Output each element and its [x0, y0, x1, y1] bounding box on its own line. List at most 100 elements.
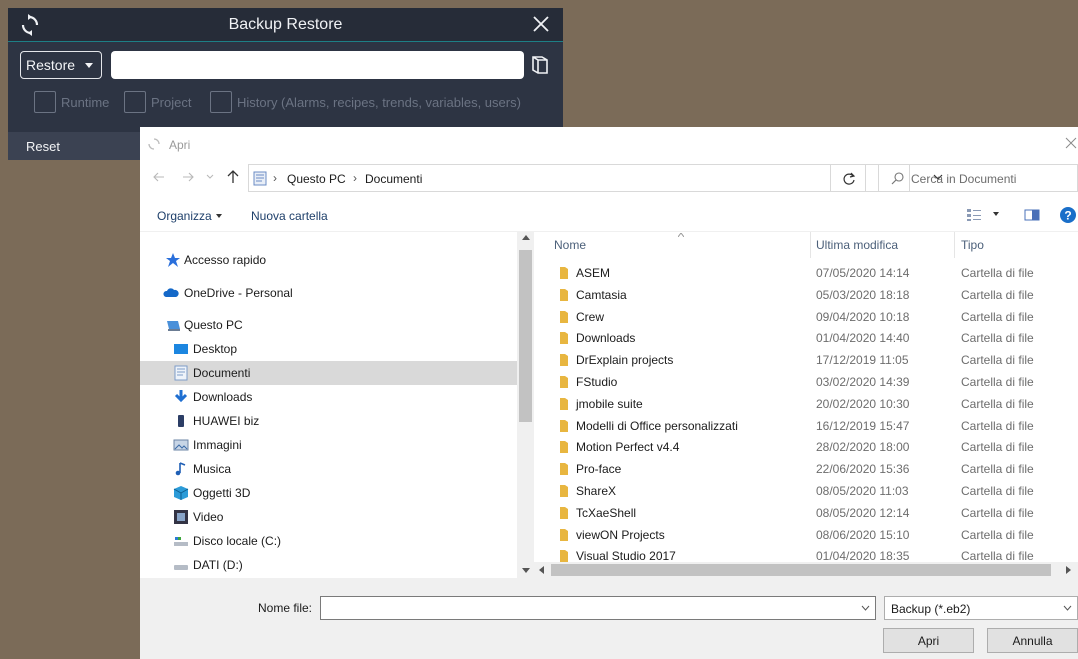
close-icon[interactable] — [1065, 137, 1077, 149]
tree-item-music[interactable]: Musica — [140, 457, 517, 481]
tree-item-video[interactable]: Video — [140, 505, 517, 529]
chevron-down-icon — [85, 63, 93, 68]
chevron-down-icon[interactable] — [993, 212, 999, 216]
scroll-down-icon[interactable] — [522, 568, 530, 573]
column-divider[interactable] — [810, 232, 811, 258]
file-row[interactable]: viewON Projects 08/06/2020 15:10 Cartella … — [534, 524, 1078, 546]
filename-input[interactable] — [320, 596, 876, 620]
cloud-icon — [163, 288, 179, 297]
scroll-left-icon[interactable] — [539, 566, 544, 574]
filetype-select[interactable]: Backup (*.eb2) — [884, 596, 1078, 620]
view-options-icon[interactable] — [966, 208, 982, 222]
folder-icon — [560, 550, 568, 562]
backup-title-bar: Backup Restore — [8, 8, 563, 42]
file-modified: 01/04/2020 14:40 — [816, 331, 910, 346]
file-row[interactable]: ASEM 07/05/2020 14:14 Cartella di file — [534, 262, 1078, 284]
checkbox-history[interactable]: History (Alarms, recipes, trends, variab… — [210, 90, 521, 114]
file-row[interactable]: jmobile suite 20/02/2020 10:30 Cartella di… — [534, 393, 1078, 415]
tree-item-documents[interactable]: Documenti — [140, 361, 517, 385]
scrollbar-thumb[interactable] — [551, 564, 1051, 576]
backup-path-input[interactable] — [111, 51, 524, 79]
file-row[interactable]: Pro-face 22/06/2020 15:36 Cartella di file — [534, 458, 1078, 480]
file-type: Cartella di file — [961, 549, 1034, 562]
file-modified: 01/04/2020 18:35 — [816, 549, 910, 562]
file-row[interactable]: Visual Studio 2017 01/04/2020 18:35 Cartel… — [534, 545, 1078, 562]
search-box[interactable]: Cerca in Documenti — [878, 164, 1078, 192]
tree-item-label: Oggetti 3D — [193, 486, 251, 500]
tree-item-local-disk[interactable]: Disco locale (C:) — [140, 529, 517, 553]
forward-arrow-icon[interactable] — [182, 171, 194, 183]
star-icon — [166, 253, 180, 267]
desktop-icon — [174, 344, 188, 354]
breadcrumb-item[interactable]: Questo PC — [287, 172, 346, 186]
cube-icon — [173, 486, 189, 500]
address-bar[interactable]: › Questo PC › Documenti — [248, 164, 943, 192]
column-divider[interactable] — [954, 232, 955, 258]
file-row[interactable]: FStudio 03/02/2020 14:39 Cartella di file — [534, 371, 1078, 393]
open-button[interactable]: Apri — [883, 628, 974, 653]
file-row[interactable]: DrExplain projects 17/12/2019 11:05 Cartel… — [534, 349, 1078, 371]
horizontal-scrollbar[interactable] — [534, 562, 1078, 578]
file-row[interactable]: Downloads 01/04/2020 14:40 Cartella di fil… — [534, 327, 1078, 349]
back-arrow-icon[interactable] — [153, 171, 165, 183]
file-modified: 05/03/2020 18:18 — [816, 287, 910, 302]
folder-icon — [560, 506, 568, 519]
file-name: DrExplain projects — [576, 353, 674, 368]
tree-item-quick-access[interactable]: Accesso rapido — [140, 248, 517, 272]
browse-folder-icon[interactable] — [531, 54, 549, 76]
tree-scrollbar[interactable] — [517, 232, 534, 578]
dialog-title-bar: Apri — [140, 127, 1078, 159]
file-modified: 17/12/2019 11:05 — [816, 353, 909, 368]
backup-title: Backup Restore — [228, 16, 343, 33]
up-arrow-icon[interactable] — [227, 170, 239, 184]
tree-item-label: HUAWEI biz — [193, 414, 260, 428]
folder-icon — [560, 354, 568, 367]
scrollbar-thumb[interactable] — [519, 250, 532, 422]
tree-item-this-pc[interactable]: Questo PC — [140, 313, 517, 337]
file-type: Cartella di file — [961, 505, 1034, 520]
tree-item-desktop[interactable]: Desktop — [140, 337, 517, 361]
tree-item-pictures[interactable]: Immagini — [140, 433, 517, 457]
file-type: Cartella di file — [961, 375, 1034, 389]
tree-item-onedrive[interactable]: OneDrive - Personal — [140, 281, 517, 305]
tree-item-data-drive[interactable]: DATI (D:) — [140, 553, 517, 577]
file-row[interactable]: Modelli di Office personalizzati 16/12/20… — [534, 415, 1078, 437]
file-name: Visual Studio 2017 — [576, 549, 676, 562]
checkbox-runtime[interactable]: Runtime — [34, 90, 109, 114]
image-icon — [173, 439, 189, 451]
chevron-down-icon[interactable] — [861, 605, 870, 611]
cancel-button[interactable]: Annulla — [987, 628, 1078, 653]
refresh-icon — [843, 172, 856, 185]
folder-icon — [560, 376, 568, 388]
column-header-modified[interactable]: Ultima modifica — [816, 238, 898, 252]
file-row[interactable]: Camtasia 05/03/2020 18:18 Cartella di file — [534, 284, 1078, 306]
tree-item-3d-objects[interactable]: Oggetti 3D — [140, 481, 517, 505]
file-row[interactable]: Crew 09/04/2020 10:18 Cartella di file — [534, 306, 1078, 328]
organize-button[interactable]: Organizza — [157, 209, 222, 223]
refresh-button[interactable] — [830, 164, 866, 192]
checkbox-box[interactable] — [34, 91, 56, 113]
file-modified: 08/05/2020 12:14 — [816, 505, 910, 520]
scroll-right-icon[interactable] — [1066, 566, 1071, 574]
breadcrumb-item[interactable]: Documenti — [365, 172, 422, 186]
new-folder-button[interactable]: Nuova cartella — [251, 209, 328, 223]
recent-dropdown-icon[interactable] — [206, 174, 214, 180]
column-header-type[interactable]: Tipo — [961, 238, 984, 252]
checkbox-project[interactable]: Project — [124, 90, 191, 114]
scroll-up-icon[interactable] — [522, 235, 530, 240]
file-row[interactable]: ShareX 08/05/2020 11:03 Cartella di file — [534, 480, 1078, 502]
tree-item-huawei[interactable]: HUAWEI biz — [140, 409, 517, 433]
tree-item-label: Immagini — [193, 438, 242, 452]
checkbox-box[interactable] — [124, 91, 146, 113]
file-name: ASEM — [576, 266, 611, 280]
help-icon[interactable]: ? — [1059, 206, 1077, 224]
tree-item-downloads[interactable]: Downloads — [140, 385, 517, 409]
preview-pane-icon[interactable] — [1024, 209, 1040, 221]
file-row[interactable]: TcXaeShell 08/05/2020 12:14 Cartella di fi… — [534, 502, 1078, 524]
checkbox-box[interactable] — [210, 91, 232, 113]
file-name: Crew — [576, 309, 605, 324]
mode-select[interactable]: Restore — [20, 51, 102, 79]
file-row[interactable]: Motion Perfect v4.4 28/02/2020 18:00 Carte… — [534, 436, 1078, 458]
column-header-name[interactable]: Nome — [554, 238, 586, 252]
close-icon[interactable] — [531, 14, 551, 34]
